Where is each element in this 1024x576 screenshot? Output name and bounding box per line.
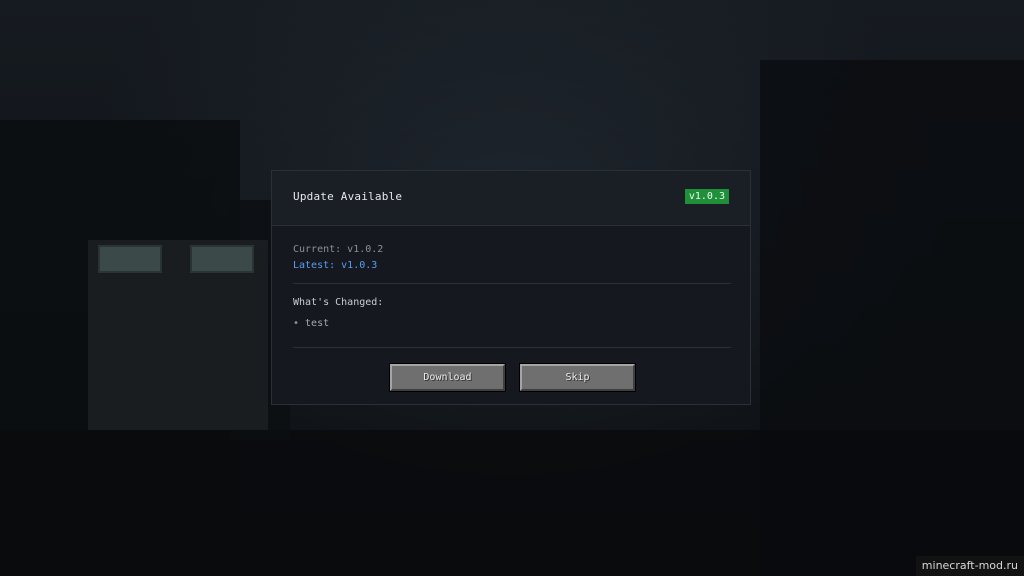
divider (293, 347, 731, 348)
mob-eye (190, 245, 254, 273)
divider (293, 283, 731, 284)
current-version: Current: v1.0.2 (293, 244, 384, 255)
terrain-block (0, 430, 1024, 576)
download-button[interactable]: Download (389, 363, 506, 392)
skip-button[interactable]: Skip (519, 363, 636, 392)
dialog-header: Update Available v1.0.3 (272, 171, 750, 226)
version-badge: v1.0.3 (684, 189, 729, 204)
update-dialog: Update Available v1.0.3 Current: v1.0.2 … (271, 170, 751, 405)
watermark-logo: minecraft-mod.ru (915, 556, 1024, 576)
changes-heading: What's Changed: (293, 297, 384, 308)
bullet-icon: • (293, 318, 300, 329)
latest-version: Latest: v1.0.3 (293, 260, 378, 271)
dialog-title: Update Available (293, 190, 403, 203)
changes-list: • test (293, 318, 329, 329)
change-text: test (305, 318, 330, 329)
list-item: • test (293, 318, 329, 329)
mob-eye (98, 245, 162, 273)
